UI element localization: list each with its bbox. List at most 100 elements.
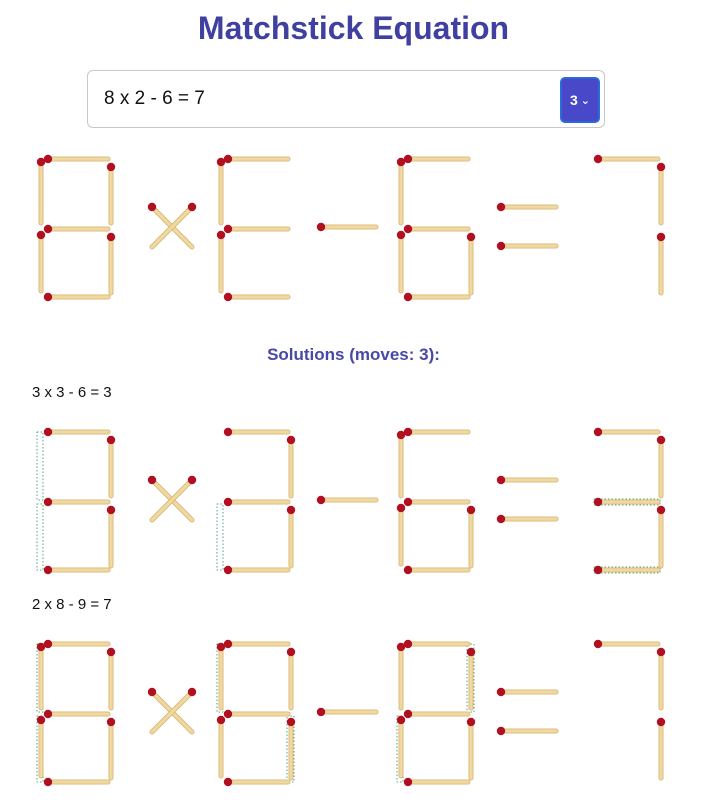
matchstick (466, 232, 476, 296)
match-head (403, 497, 413, 507)
moves-select[interactable]: 3 ⌄ (560, 77, 600, 123)
moves-select-value: 3 (569, 92, 578, 108)
matchstick (286, 647, 296, 711)
match-head (223, 565, 233, 575)
solution-label: 2 x 8 - 9 = 7 (32, 596, 112, 613)
matchstick (216, 157, 226, 226)
matchstick (223, 565, 291, 575)
match-head (216, 157, 226, 167)
match-head (106, 505, 116, 515)
match-head (403, 777, 413, 787)
matchstick (106, 435, 116, 499)
matchstick (466, 647, 476, 711)
matchstick (106, 647, 116, 711)
matchstick (43, 639, 111, 649)
matchstick (396, 230, 406, 294)
matchstick (403, 292, 471, 302)
match-head (106, 717, 116, 727)
match-head (656, 435, 666, 445)
match-head (496, 514, 506, 524)
matchstick (403, 709, 471, 719)
moved-stick-outline (36, 503, 44, 571)
equation-input[interactable] (104, 71, 524, 127)
matchstick (396, 503, 406, 567)
match-head (656, 505, 666, 515)
match-head (286, 717, 296, 727)
matchstick (656, 162, 666, 226)
moved-stick-outline (36, 431, 44, 501)
matchstick (147, 202, 195, 250)
matchstick (316, 222, 379, 232)
match-head (656, 162, 666, 172)
match-head (43, 224, 53, 234)
matchstick (496, 687, 559, 697)
match-head (396, 503, 406, 513)
solution-label: 3 x 3 - 6 = 3 (32, 384, 112, 401)
match-head (187, 475, 197, 485)
match-head (396, 230, 406, 240)
match-head (147, 202, 157, 212)
match-head (147, 687, 157, 697)
match-head (316, 222, 326, 232)
matchstick (403, 154, 471, 164)
match-head (216, 715, 226, 725)
match-head (496, 687, 506, 697)
match-head (403, 292, 413, 302)
matchstick (147, 475, 195, 523)
matchstick (593, 639, 661, 649)
matchstick (403, 639, 471, 649)
match-head (656, 232, 666, 242)
match-head (656, 717, 666, 727)
page-title: Matchstick Equation (197, 10, 510, 46)
matchstick (656, 435, 666, 499)
matchstick (223, 292, 291, 302)
match-head (43, 427, 53, 437)
match-head (396, 430, 406, 440)
equation-field[interactable]: 3 ⌄ (87, 70, 605, 128)
match-head (396, 715, 406, 725)
matchstick (403, 497, 471, 507)
matchstick (36, 715, 46, 779)
match-head (396, 157, 406, 167)
matchstick (223, 709, 291, 719)
matchstick (216, 715, 226, 779)
matchstick (286, 435, 296, 499)
matchstick (593, 427, 661, 437)
match-head (106, 435, 116, 445)
match-head (223, 709, 233, 719)
matchstick (496, 241, 559, 251)
matchstick (43, 427, 111, 437)
matchstick (149, 687, 197, 735)
matchstick (147, 687, 195, 735)
matchstick (223, 427, 291, 437)
matchstick (396, 157, 406, 226)
matchstick (223, 154, 291, 164)
match-head (316, 495, 326, 505)
chevron-down-icon: ⌄ (580, 94, 590, 107)
matchstick (656, 647, 666, 711)
matchstick (396, 642, 406, 711)
matchstick (43, 154, 111, 164)
match-head (593, 154, 603, 164)
matchstick (403, 224, 471, 234)
match-head (43, 777, 53, 787)
match-head (223, 427, 233, 437)
matchstick (223, 777, 291, 787)
match-head (106, 162, 116, 172)
match-head (187, 202, 197, 212)
match-head (43, 709, 53, 719)
match-head (403, 224, 413, 234)
matchstick (403, 777, 471, 787)
matchstick (149, 475, 197, 523)
matchstick (496, 514, 559, 524)
match-head (223, 777, 233, 787)
matchstick (656, 505, 666, 569)
puzzle-board (36, 154, 666, 302)
match-head (43, 292, 53, 302)
matchstick (466, 717, 476, 781)
matchstick (106, 232, 116, 296)
matchstick (496, 726, 559, 736)
matchstick (106, 162, 116, 226)
matchstick (216, 642, 226, 711)
matchstick (593, 154, 661, 164)
